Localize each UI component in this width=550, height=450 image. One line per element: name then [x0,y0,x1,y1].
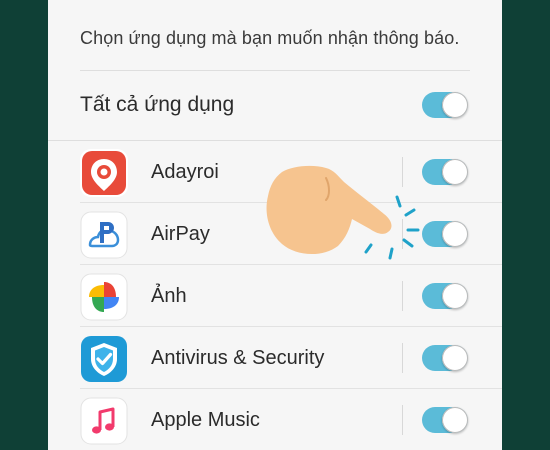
tap-burst-line [364,243,373,254]
tap-burst-line [402,238,414,248]
tap-burst-line [395,195,402,208]
pointing-hand-icon [266,165,420,260]
tap-burst-line [404,208,416,217]
hand-shape [266,165,392,255]
tap-burst-line [388,247,394,260]
